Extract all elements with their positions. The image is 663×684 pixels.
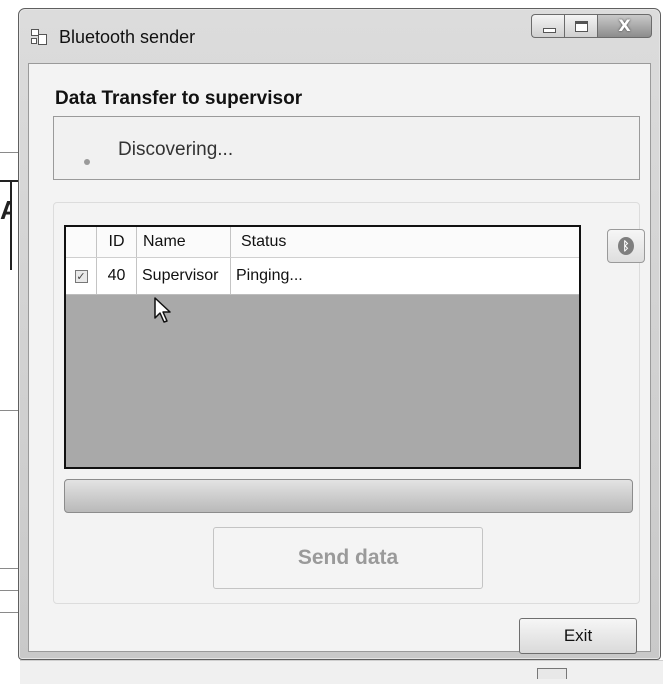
minimize-icon [543,28,556,33]
column-header-status[interactable]: Status [231,227,577,257]
client-area: Data Transfer to supervisor Discovering.… [28,63,651,654]
background-divider [0,612,18,613]
title-bar[interactable]: Bluetooth sender X [19,9,660,59]
mouse-cursor-icon [154,297,171,323]
table-row[interactable]: ✓ 40 Supervisor Pinging... [66,258,579,295]
background-divider [0,568,18,569]
background-divider [0,152,18,153]
bluetooth-icon: ᛒ [618,237,634,255]
background-glyph: A [0,195,12,225]
exit-button[interactable]: Exit [519,618,637,654]
close-button[interactable]: X [597,14,652,38]
bluetooth-button[interactable]: ᛒ [607,229,645,263]
status-text: Discovering... [118,139,234,160]
background-divider [0,590,18,591]
maximize-icon [575,21,588,32]
activity-indicator-icon [84,159,90,165]
grid-header: ID Name Status [66,227,579,258]
column-header-select[interactable] [66,227,97,257]
background-divider [0,410,18,411]
device-group: ID Name Status ✓ 40 Supervisor Pinging..… [53,202,645,604]
device-grid[interactable]: ID Name Status ✓ 40 Supervisor Pinging..… [64,225,581,469]
maximize-button[interactable] [564,14,597,38]
column-header-name[interactable]: Name [137,227,231,257]
minimize-button[interactable] [531,14,564,38]
bluetooth-sender-window: Bluetooth sender X Data Transfer to supe… [18,8,661,660]
row-status-cell: Pinging... [236,267,303,284]
status-panel: Discovering... [53,116,640,180]
close-icon: X [618,16,631,35]
row-checkbox[interactable]: ✓ [74,269,88,283]
send-data-button[interactable]: Send data [213,527,483,589]
background-tab [537,668,567,679]
row-id-cell: 40 [97,258,137,294]
transfer-progress-bar [64,479,633,513]
app-icon [31,29,47,45]
row-select-cell: ✓ [66,258,97,294]
column-header-id[interactable]: ID [97,227,137,257]
background-divider [0,180,18,182]
caption-buttons: X [531,14,652,40]
window-title: Bluetooth sender [59,27,196,47]
row-name-cell: Supervisor [137,258,231,294]
page-title: Data Transfer to supervisor [55,88,303,109]
